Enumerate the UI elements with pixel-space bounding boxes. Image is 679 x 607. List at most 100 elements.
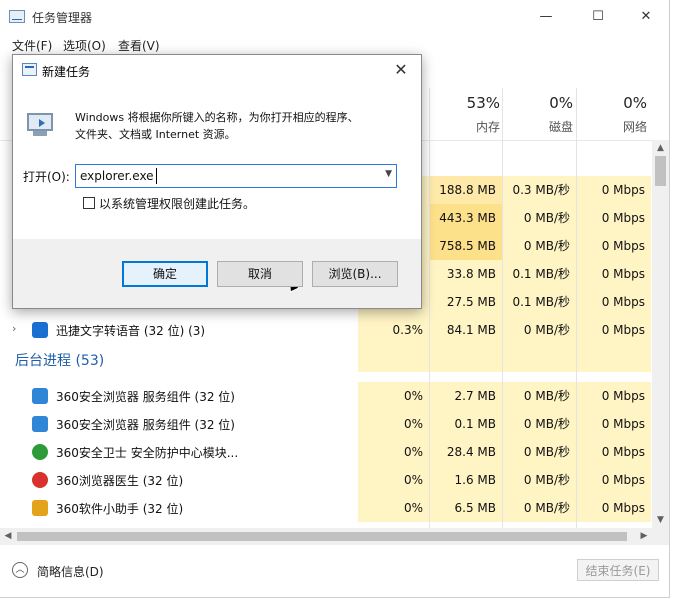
disk-cell: 0 MB/秒 xyxy=(503,232,576,260)
dialog-body: Windows 将根据你所键入的名称，为你打开相应的程序、 文件夹、文档或 In… xyxy=(13,85,421,239)
cpu-cell: 0% xyxy=(358,410,429,438)
memory-cell xyxy=(430,344,502,372)
disk-cell: 0 MB/秒 xyxy=(503,410,576,438)
fewer-details-link[interactable]: 简略信息(D) xyxy=(37,563,104,580)
cancel-button[interactable]: 取消 xyxy=(217,261,303,287)
disk-cell: 0.1 MB/秒 xyxy=(503,288,576,316)
process-name: 360浏览器医生 (32 位) xyxy=(56,474,184,488)
cpu-cell: 0% xyxy=(358,494,429,522)
network-cell: 0 Mbps xyxy=(577,176,651,204)
disk-cell: 0 MB/秒 xyxy=(503,204,576,232)
horizontal-scrollbar[interactable]: ◀ ▶ xyxy=(0,528,669,545)
table-row[interactable]: › 迅捷文字转语音 (32 位) (3) 0.3% 84.1 MB 0 MB/秒… xyxy=(0,316,652,344)
vertical-scrollbar[interactable]: ▲ ▼ xyxy=(652,140,669,528)
text-to-speech-app-icon xyxy=(32,322,48,338)
disk-cell: 0 MB/秒 xyxy=(503,494,576,522)
scroll-up-arrow-icon[interactable]: ▲ xyxy=(652,140,669,156)
network-percent: 0% xyxy=(623,94,647,112)
task-manager-icon xyxy=(9,10,25,23)
description-line: 文件夹、文档或 Internet 资源。 xyxy=(75,128,236,141)
expand-chevron-icon[interactable]: › xyxy=(12,322,16,335)
network-cell: 0 Mbps xyxy=(577,438,651,466)
disk-cell: 0 MB/秒 xyxy=(503,382,576,410)
network-cell: 0 Mbps xyxy=(577,382,651,410)
cpu-cell: 0% xyxy=(358,382,429,410)
admin-privileges-checkbox[interactable] xyxy=(83,197,95,209)
browse-button[interactable]: 浏览(B)... xyxy=(312,261,398,287)
vertical-scroll-thumb[interactable] xyxy=(655,156,666,186)
browser-service-icon xyxy=(32,388,48,404)
network-cell: 0 Mbps xyxy=(577,494,651,522)
network-cell: 0 Mbps xyxy=(577,260,651,288)
text-caret xyxy=(156,168,157,184)
horizontal-scroll-thumb[interactable] xyxy=(17,532,627,541)
chevron-up-icon[interactable]: ︿ xyxy=(12,562,28,578)
create-new-task-dialog: 新建任务 ✕ Windows 将根据你所键入的名称，为你打开相应的程序、 文件夹… xyxy=(12,54,422,309)
menu-view[interactable]: 查看(V) xyxy=(118,37,160,54)
scroll-right-arrow-icon[interactable]: ▶ xyxy=(636,528,652,545)
disk-percent: 0% xyxy=(549,94,573,112)
ok-button[interactable]: 确定 xyxy=(122,261,300,293)
memory-label: 内存 xyxy=(475,120,500,134)
dialog-title-bar: 新建任务 ✕ xyxy=(13,55,421,85)
dialog-close-icon[interactable]: ✕ xyxy=(389,59,413,81)
scroll-left-arrow-icon[interactable]: ◀ xyxy=(0,528,16,545)
background-processes-title: 后台进程 (53) xyxy=(15,353,105,369)
process-name: 360安全卫士 安全防护中心模块... xyxy=(56,446,239,460)
run-window-icon xyxy=(22,63,37,76)
dialog-title: 新建任务 xyxy=(42,65,91,79)
memory-cell: 6.5 MB xyxy=(430,494,502,522)
disk-cell: 0 MB/秒 xyxy=(503,466,576,494)
table-row[interactable]: 360安全卫士 安全防护中心模块... 0% 28.4 MB 0 MB/秒 0 … xyxy=(0,438,652,466)
memory-cell: 188.8 MB xyxy=(430,176,502,204)
network-cell: 0 Mbps xyxy=(577,288,651,316)
footer-bar: ︿ 简略信息(D) 结束任务(E) xyxy=(0,546,669,597)
title-bar: 任务管理器 — ☐ ✕ xyxy=(0,0,669,34)
cpu-cell: 0% xyxy=(358,466,429,494)
table-row[interactable]: 360安全浏览器 服务组件 (32 位) 0% 2.7 MB 0 MB/秒 0 … xyxy=(0,382,652,410)
memory-cell: 2.7 MB xyxy=(430,382,502,410)
open-label: 打开(O): xyxy=(23,170,70,184)
process-name: 迅捷文字转语音 (32 位) (3) xyxy=(56,324,206,338)
minimize-button[interactable]: — xyxy=(528,5,564,29)
scroll-down-arrow-icon[interactable]: ▼ xyxy=(652,512,669,528)
close-button[interactable]: ✕ xyxy=(628,5,664,29)
memory-cell: 443.3 MB xyxy=(430,204,502,232)
memory-cell: 758.5 MB xyxy=(430,232,502,260)
disk-cell: 0 MB/秒 xyxy=(503,438,576,466)
disk-cell xyxy=(503,344,576,372)
network-label: 网络 xyxy=(622,120,647,134)
run-dialog-icon xyxy=(25,109,57,139)
memory-cell: 27.5 MB xyxy=(430,288,502,316)
cpu-cell: 0% xyxy=(358,438,429,466)
network-cell: 0 Mbps xyxy=(577,466,651,494)
section-header-row: 后台进程 (53) xyxy=(0,344,652,372)
disk-cell: 0 MB/秒 xyxy=(503,316,576,344)
memory-cell: 33.8 MB xyxy=(430,260,502,288)
dialog-description: Windows 将根据你所键入的名称，为你打开相应的程序、 文件夹、文档或 In… xyxy=(75,109,405,143)
description-line: Windows 将根据你所键入的名称，为你打开相应的程序、 xyxy=(75,111,359,124)
disk-label: 磁盘 xyxy=(548,120,573,134)
process-name: 360安全浏览器 服务组件 (32 位) xyxy=(56,390,235,404)
menu-options[interactable]: 选项(O) xyxy=(63,37,106,54)
menu-file[interactable]: 文件(F) xyxy=(12,37,52,54)
network-cell xyxy=(577,344,651,372)
memory-percent: 53% xyxy=(466,94,500,112)
table-row[interactable]: 360软件小助手 (32 位) 0% 6.5 MB 0 MB/秒 0 Mbps xyxy=(0,494,652,522)
security-guard-icon xyxy=(32,444,48,460)
browser-doctor-icon xyxy=(32,472,48,488)
memory-cell: 1.6 MB xyxy=(430,466,502,494)
admin-privileges-label[interactable]: 以系统管理权限创建此任务。 xyxy=(99,195,255,212)
menu-bar: 文件(F) 选项(O) 查看(V) xyxy=(0,34,669,56)
disk-cell: 0.1 MB/秒 xyxy=(503,260,576,288)
memory-cell: 28.4 MB xyxy=(430,438,502,466)
network-cell: 0 Mbps xyxy=(577,316,651,344)
network-cell: 0 Mbps xyxy=(577,410,651,438)
chevron-down-icon[interactable]: ▼ xyxy=(385,169,392,179)
end-task-button[interactable]: 结束任务(E) xyxy=(577,559,659,581)
open-input[interactable]: explorer.exe ▼ xyxy=(75,164,397,188)
table-row[interactable]: 360浏览器医生 (32 位) 0% 1.6 MB 0 MB/秒 0 Mbps xyxy=(0,466,652,494)
table-row[interactable]: 360安全浏览器 服务组件 (32 位) 0% 0.1 MB 0 MB/秒 0 … xyxy=(0,410,652,438)
disk-cell: 0.3 MB/秒 xyxy=(503,176,576,204)
maximize-button[interactable]: ☐ xyxy=(580,5,616,29)
